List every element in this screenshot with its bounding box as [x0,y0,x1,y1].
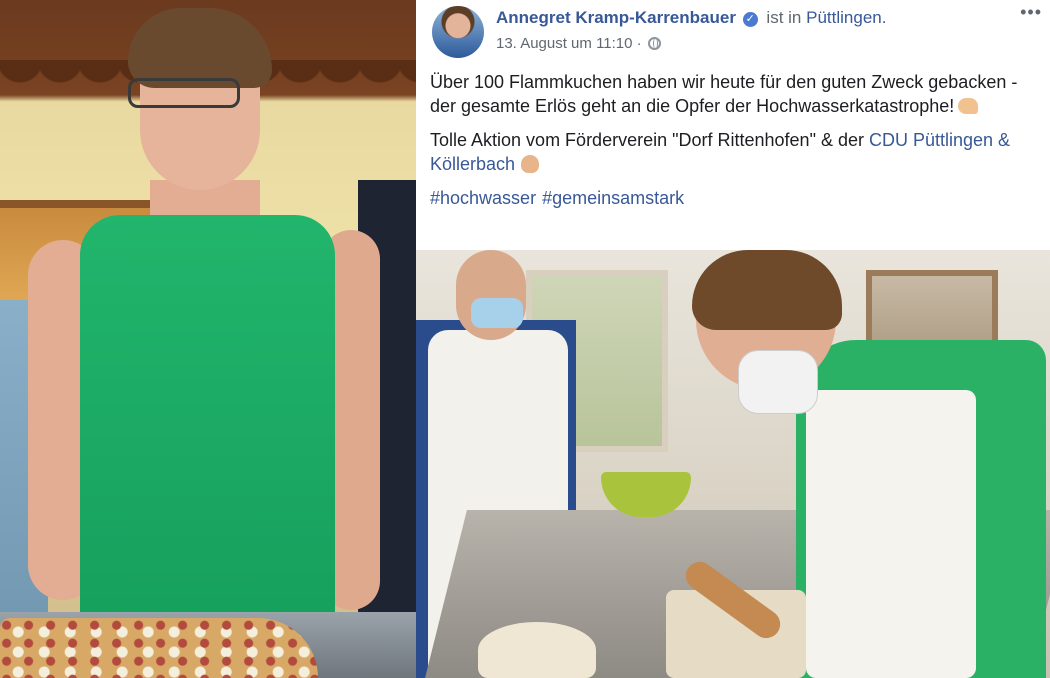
photo-woman-mask [738,350,818,414]
author-name-link[interactable]: Annegret Kramp-Karrenbauer [496,8,736,27]
facebook-post: Annegret Kramp-Karrenbauer ✓ ist in Pütt… [416,0,1050,250]
post-paragraph-1: Über 100 Flammkuchen haben wir heute für… [430,70,1030,118]
post-meta: 13. August um 11:10 · [496,35,661,52]
post-paragraph-2: Tolle Aktion vom Förderverein "Dorf Ritt… [430,128,1030,176]
photo-woman-apron [806,390,976,678]
clapping-hands-emoji-icon [521,155,540,173]
verified-badge-icon: ✓ [742,12,758,27]
hashtag-link[interactable]: #hochwasser [430,188,536,208]
photo-hair [128,8,272,88]
paragraph-2-text: Tolle Aktion vom Förderverein "Dorf Ritt… [430,130,864,150]
paragraph-1-text: Über 100 Flammkuchen haben wir heute für… [430,72,1018,116]
is-in-text: ist in [766,8,802,27]
post-author-line: Annegret Kramp-Karrenbauer ✓ ist in Pütt… [496,8,886,28]
timestamp-link[interactable]: 13. August um 11:10 [496,35,633,52]
more-options-button[interactable]: ••• [1020,2,1042,23]
photo-dough-ball [478,622,596,678]
photo-man-mask [471,298,523,328]
meta-separator: · [636,35,642,52]
post-body: Über 100 Flammkuchen haben wir heute für… [430,70,1030,220]
avatar[interactable] [432,6,484,58]
photo-woman-hair [692,250,842,330]
right-photo [416,250,1050,678]
photo-green-top [80,215,335,625]
hashtag-link[interactable]: #gemeinsamstark [542,188,684,208]
flexed-biceps-emoji-icon [958,98,979,114]
globe-icon[interactable] [647,37,661,50]
post-hashtags: #hochwasser #gemeinsamstark [430,186,1030,210]
left-photo [0,0,416,678]
location-link[interactable]: Püttlingen. [806,8,886,27]
photo-flammkuchen [0,618,318,678]
photo-glasses [128,78,240,108]
